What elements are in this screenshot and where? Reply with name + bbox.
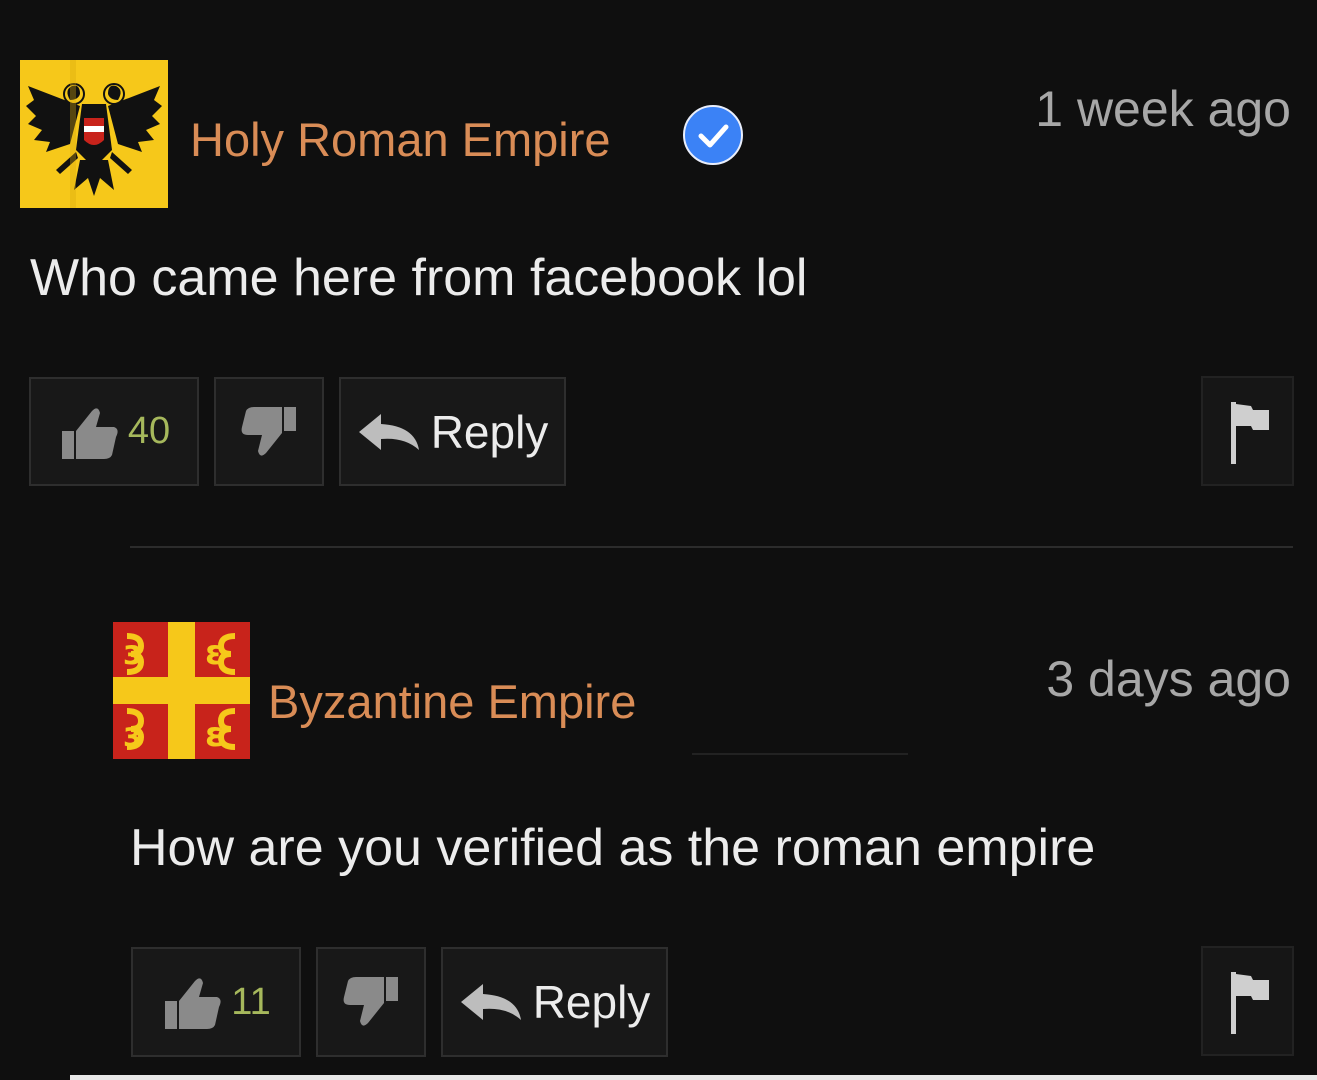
thumbs-down-icon [343,977,398,1026]
like-button[interactable]: 11 [131,947,301,1057]
reply-button[interactable]: Reply [441,947,668,1057]
reply-arrow-icon [460,984,521,1020]
report-flag-button[interactable] [1201,946,1294,1056]
thumbs-up-icon [165,978,221,1029]
dislike-button[interactable] [316,947,426,1057]
avatar[interactable]: ɜ ɛ ɜ ɛ [113,622,250,759]
username[interactable]: Byzantine Empire [268,674,636,729]
byzantine-flag-icon: ɜ ɛ ɜ ɛ [113,622,250,759]
comment-text: How are you verified as the roman empire [130,819,1096,877]
reply-label: Reply [532,976,651,1028]
page-edge-corner [0,1075,70,1080]
comment-byzantine-empire: ɜ ɛ ɜ ɛ Byzantine Empire 3 days ago How … [0,0,1317,1080]
like-count: 11 [231,980,271,1023]
timestamp: 3 days ago [1046,651,1291,707]
divider [692,753,908,755]
flag-icon [1230,972,1269,1034]
page-edge [0,1075,1317,1080]
